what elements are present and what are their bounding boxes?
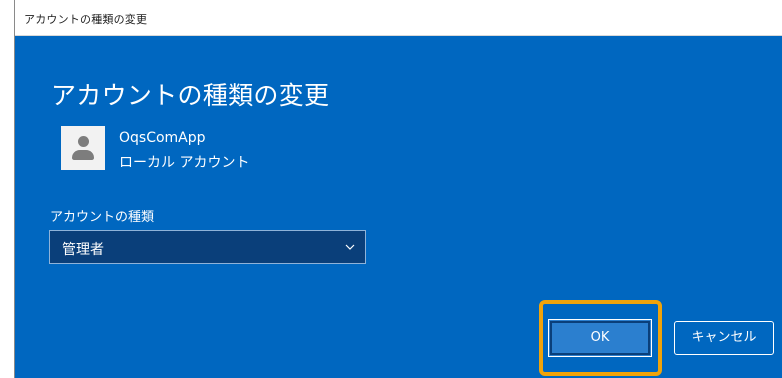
person-icon [61,126,105,170]
dialog-window: アカウントの種類の変更 アカウントの種類の変更 OqsComApp ローカル ア… [14,0,782,378]
avatar-head [78,136,89,147]
user-name: OqsComApp [119,130,206,146]
window-title: アカウントの種類の変更 [24,13,148,26]
dialog-content: アカウントの種類の変更 OqsComApp ローカル アカウント アカウントの種… [15,36,782,378]
avatar-body [72,150,94,160]
cancel-button[interactable]: キャンセル [674,321,774,355]
title-bar[interactable]: アカウントの種類の変更 [15,0,782,36]
account-type-select[interactable]: 管理者 [49,230,366,264]
user-account-kind: ローカル アカウント [119,155,250,171]
account-type-selected-value: 管理者 [62,242,104,258]
chevron-down-icon [345,244,355,250]
dialog-heading: アカウントの種類の変更 [51,81,330,110]
ok-button[interactable]: OK [548,319,652,357]
account-type-label: アカウントの種類 [50,210,155,225]
